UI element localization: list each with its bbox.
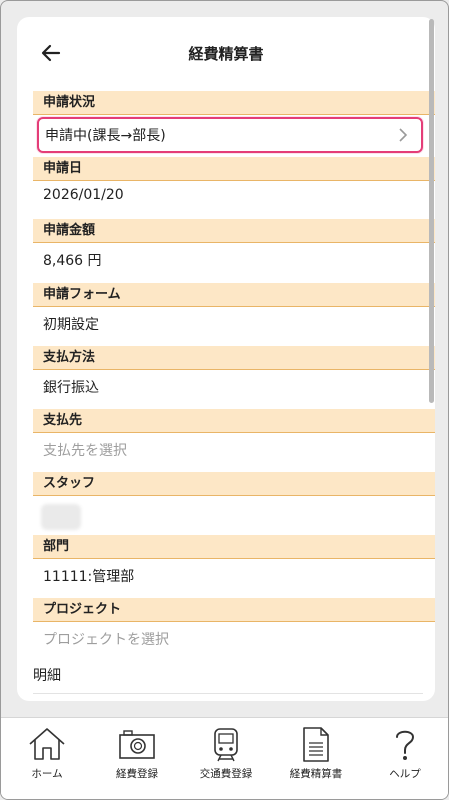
- field-label-payment-method: 支払方法: [33, 346, 435, 370]
- details-heading: 明細: [33, 668, 61, 684]
- amount-value: 8,466 円: [43, 253, 102, 269]
- tab-help-label: ヘルプ: [389, 768, 421, 780]
- project-select[interactable]: プロジェクトを選択: [43, 629, 169, 649]
- field-label-staff: スタッフ: [33, 472, 435, 496]
- tab-help[interactable]: ヘルプ: [360, 726, 448, 781]
- page-header: 経費精算書: [17, 17, 435, 89]
- form-card: 経費精算書 申請状況 申請中(課長→部長) 申請日 2026/01/20 申請金…: [17, 17, 435, 701]
- tab-expense-entry-label: 経費登録: [116, 768, 158, 780]
- field-label-status: 申請状況: [33, 91, 435, 115]
- field-label-project: プロジェクト: [33, 598, 435, 622]
- document-icon: [303, 727, 329, 762]
- app-frame: 経費精算書 申請状況 申請中(課長→部長) 申請日 2026/01/20 申請金…: [0, 0, 449, 800]
- field-label-form: 申請フォーム: [33, 283, 435, 307]
- tab-expense-report-label: 経費精算書: [289, 768, 343, 780]
- bottom-tab-bar: ホーム 経費登録 交通費登録 経費精算書 ヘルプ: [1, 717, 448, 799]
- details-divider: [33, 693, 423, 694]
- field-label-payee: 支払先: [33, 409, 435, 433]
- field-label-amount: 申請金額: [33, 219, 435, 243]
- field-label-date: 申請日: [33, 157, 435, 181]
- staff-value-redacted: [41, 504, 81, 530]
- date-value: 2026/01/20: [43, 187, 124, 203]
- train-icon: [214, 728, 238, 762]
- tab-home[interactable]: ホーム: [2, 726, 92, 781]
- status-value: 申請中(課長→部長): [45, 128, 166, 144]
- form-value[interactable]: 初期設定: [43, 314, 99, 334]
- payee-select[interactable]: 支払先を選択: [43, 440, 127, 460]
- scrollbar[interactable]: [429, 19, 434, 403]
- tab-transport-entry-label: 交通費登録: [199, 768, 253, 780]
- home-icon: [29, 728, 65, 760]
- department-value[interactable]: 11111:管理部: [43, 566, 134, 586]
- tab-transport-entry[interactable]: 交通費登録: [181, 726, 271, 781]
- status-row[interactable]: 申請中(課長→部長): [37, 117, 423, 153]
- tab-home-label: ホーム: [31, 768, 63, 780]
- payment-method-value[interactable]: 銀行振込: [43, 377, 99, 397]
- help-icon: [396, 730, 415, 760]
- page-title: 経費精算書: [188, 45, 264, 63]
- camera-icon: [119, 730, 155, 759]
- tab-expense-report[interactable]: 経費精算書: [271, 726, 361, 781]
- tab-expense-entry[interactable]: 経費登録: [92, 726, 182, 781]
- chevron-right-icon: [399, 128, 408, 142]
- field-label-department: 部門: [33, 535, 435, 559]
